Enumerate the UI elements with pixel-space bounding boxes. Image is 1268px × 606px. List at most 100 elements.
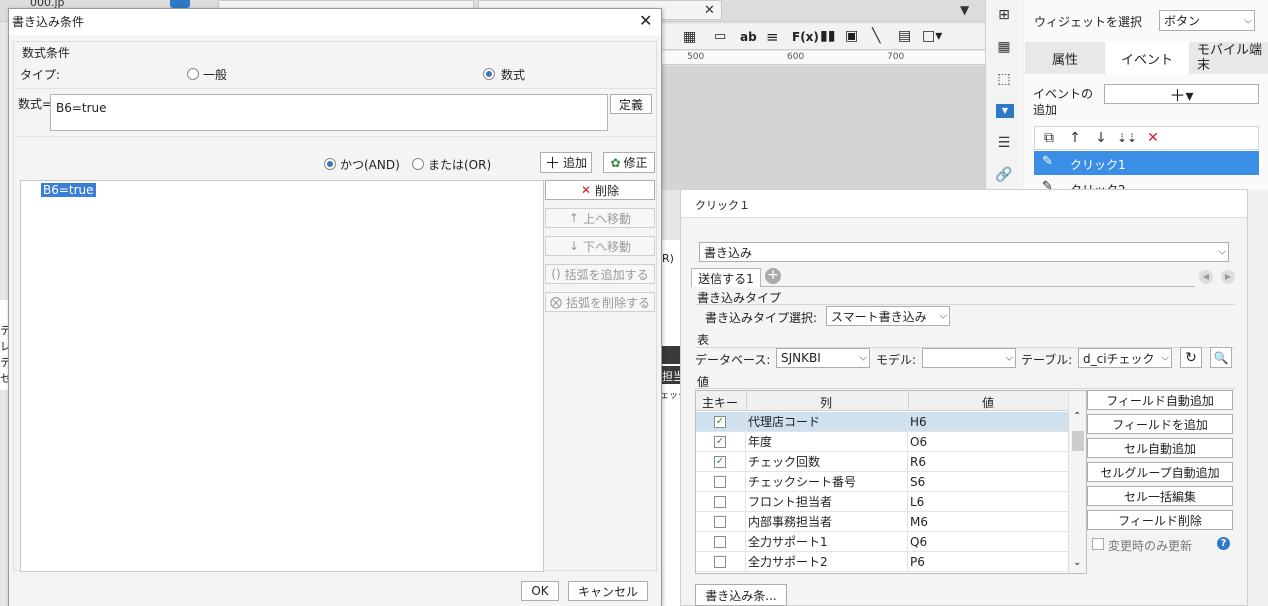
primary-key-checkbox[interactable]: ✓ — [714, 456, 726, 468]
add-field-button[interactable]: フィールドを追加 — [1087, 414, 1233, 434]
type-label: タイプ: — [20, 68, 61, 82]
cell-bulk-edit-button[interactable]: セル一括編集 — [1087, 486, 1233, 506]
border-icon[interactable]: □▾ — [922, 28, 942, 44]
table-row[interactable]: ✓ チェック回数 R6 — [696, 452, 1068, 472]
field-delete-button[interactable]: フィールド削除 — [1087, 510, 1233, 530]
define-button[interactable]: 定義 — [610, 94, 652, 114]
field-auto-add-button[interactable]: フィールド自動追加 — [1087, 390, 1233, 410]
scroll-up-icon[interactable]: ⌃ — [1073, 411, 1081, 422]
move-down-button[interactable]: ↓ 下へ移動 — [545, 236, 655, 256]
primary-key-checkbox[interactable] — [714, 556, 726, 568]
preview-button[interactable]: 🔍 — [1210, 347, 1232, 368]
value-cell[interactable]: O6 — [908, 432, 1068, 452]
table-icon[interactable]: ▦ — [683, 29, 696, 45]
dropdown-widget-icon[interactable]: ▼ — [996, 104, 1014, 118]
edit-button[interactable]: ✿ 修正 — [603, 152, 655, 173]
table-row[interactable]: 内部事務担当者 M6 — [696, 512, 1068, 532]
value-cell[interactable]: R6 — [908, 452, 1068, 472]
table-row[interactable]: ✓ 代理店コード H6 — [696, 412, 1068, 432]
tab-event[interactable]: イベント — [1106, 42, 1188, 74]
merge-icon[interactable]: ▭ — [714, 29, 726, 44]
value-cell[interactable]: L6 — [908, 492, 1068, 512]
arrow-down-icon[interactable]: ↓ — [1092, 128, 1110, 148]
delete-button[interactable]: ✕ 削除 — [545, 180, 655, 200]
add-event-button[interactable]: ＋▾ — [1104, 84, 1259, 104]
next-tab-icon[interactable]: ▶ — [1221, 270, 1235, 284]
model-select[interactable]: ⌵ — [922, 348, 1016, 368]
copy-icon[interactable]: ⧉ — [1040, 128, 1058, 148]
formula-input[interactable]: B6=true — [50, 94, 608, 131]
tab-mobile[interactable]: モバイル端末 — [1189, 42, 1268, 74]
table-select[interactable]: d_ciチェック ⌵ — [1078, 348, 1172, 368]
primary-key-checkbox[interactable] — [714, 476, 726, 488]
value-cell[interactable]: H6 — [908, 412, 1068, 432]
value-cell[interactable]: S6 — [908, 472, 1068, 492]
widget-icon[interactable]: ▦ — [992, 36, 1016, 58]
file-tab[interactable]: 000.jp — [0, 0, 160, 9]
grid-scrollbar[interactable]: ⌃ ⌄ — [1068, 391, 1086, 573]
image-icon[interactable]: ▣ — [845, 28, 858, 44]
refresh-button[interactable]: ↻ — [1180, 347, 1202, 368]
sort-icon[interactable]: ⇣⇣ — [1117, 128, 1137, 148]
value-cell[interactable]: Q6 — [908, 532, 1068, 552]
ok-button[interactable]: OK — [521, 581, 559, 601]
db-select[interactable]: SJNKBI ⌵ — [776, 348, 870, 368]
add-subtab-icon[interactable]: + — [765, 268, 781, 284]
primary-key-checkbox[interactable]: ✓ — [714, 416, 726, 428]
help-icon[interactable]: ? — [1217, 537, 1230, 550]
value-cell[interactable]: M6 — [908, 512, 1068, 532]
cell-auto-add-button[interactable]: セル自動追加 — [1087, 438, 1233, 458]
event-item-click1[interactable]: ✎ クリック1 — [1034, 151, 1259, 175]
prev-tab-icon[interactable]: ◀ — [1199, 270, 1213, 284]
delete-icon[interactable]: ✕ — [1144, 128, 1162, 148]
close-tab-icon[interactable]: ✕ — [704, 3, 715, 18]
close-icon[interactable]: ✕ — [639, 11, 652, 30]
link-icon[interactable]: 🔗 — [992, 164, 1016, 186]
only-change-checkbox[interactable] — [1092, 538, 1104, 550]
write-condition-button[interactable]: 書き込み条... — [695, 584, 787, 606]
frame-icon[interactable]: ⬚ — [992, 68, 1016, 90]
cell-group-auto-add-button[interactable]: セルグループ自動追加 — [1087, 462, 1233, 482]
radio-formula[interactable] — [483, 68, 495, 80]
page-icon[interactable]: ▤ — [898, 28, 911, 44]
table-row[interactable]: フロント担当者 L6 — [696, 492, 1068, 512]
radio-general[interactable] — [187, 68, 199, 80]
subtab-send1[interactable]: 送信する1 — [691, 268, 761, 287]
primary-key-checkbox[interactable]: ✓ — [714, 436, 726, 448]
table-row[interactable]: 全力サポート1 Q6 — [696, 532, 1068, 552]
scroll-thumb[interactable] — [1072, 431, 1084, 451]
add-paren-button[interactable]: () 括弧を追加する — [545, 264, 655, 284]
align-icon[interactable]: ≡ — [766, 28, 779, 46]
condition-list-item[interactable]: B6=true — [41, 183, 96, 197]
list-icon[interactable]: ☰ — [992, 132, 1016, 154]
tab-attributes[interactable]: 属性 — [1025, 42, 1105, 74]
arrow-up-icon[interactable]: ↑ — [1066, 128, 1084, 148]
radio-and[interactable] — [324, 158, 336, 170]
chart-icon[interactable]: ▮▮ — [820, 28, 835, 44]
cancel-button[interactable]: キャンセル — [568, 581, 648, 601]
text-ab-icon[interactable]: ab — [740, 30, 757, 44]
line-icon[interactable]: ╲ — [872, 28, 880, 44]
write-type-select[interactable]: スマート書き込み ⌵ — [826, 306, 950, 326]
scroll-down-icon[interactable]: ⌄ — [1073, 557, 1081, 568]
remove-paren-button[interactable]: ⨂ 括弧を削除する — [545, 292, 655, 312]
primary-key-checkbox[interactable] — [714, 496, 726, 508]
add-button[interactable]: ＋ 追加 — [540, 152, 592, 173]
table-row[interactable]: ✓ 年度 O6 — [696, 432, 1068, 452]
primary-key-checkbox[interactable] — [714, 516, 726, 528]
table-row[interactable]: チェックシート番号 S6 — [696, 472, 1068, 492]
event-item-click2[interactable]: ✎ クリック2 — [1034, 176, 1259, 190]
value-cell[interactable]: P6 — [908, 552, 1068, 572]
db-select-value: SJNKBI — [781, 351, 821, 365]
table-row[interactable]: 全力サポート2 P6 — [696, 552, 1068, 572]
action-select[interactable]: 書き込み ⌵ — [699, 242, 1229, 262]
layout-icon[interactable]: ⊞ — [992, 4, 1016, 26]
widget-select[interactable]: ボタン ⌵ — [1159, 10, 1255, 31]
formula-fx-icon[interactable]: F(x) — [792, 30, 819, 44]
collapse-icon[interactable]: ▼ — [960, 3, 969, 17]
move-up-button[interactable]: ↑ 上へ移動 — [545, 208, 655, 228]
radio-or[interactable] — [412, 158, 424, 170]
primary-key-checkbox[interactable] — [714, 536, 726, 548]
blue-app-icon[interactable] — [170, 0, 190, 8]
condition-list[interactable]: B6=true — [20, 180, 544, 572]
